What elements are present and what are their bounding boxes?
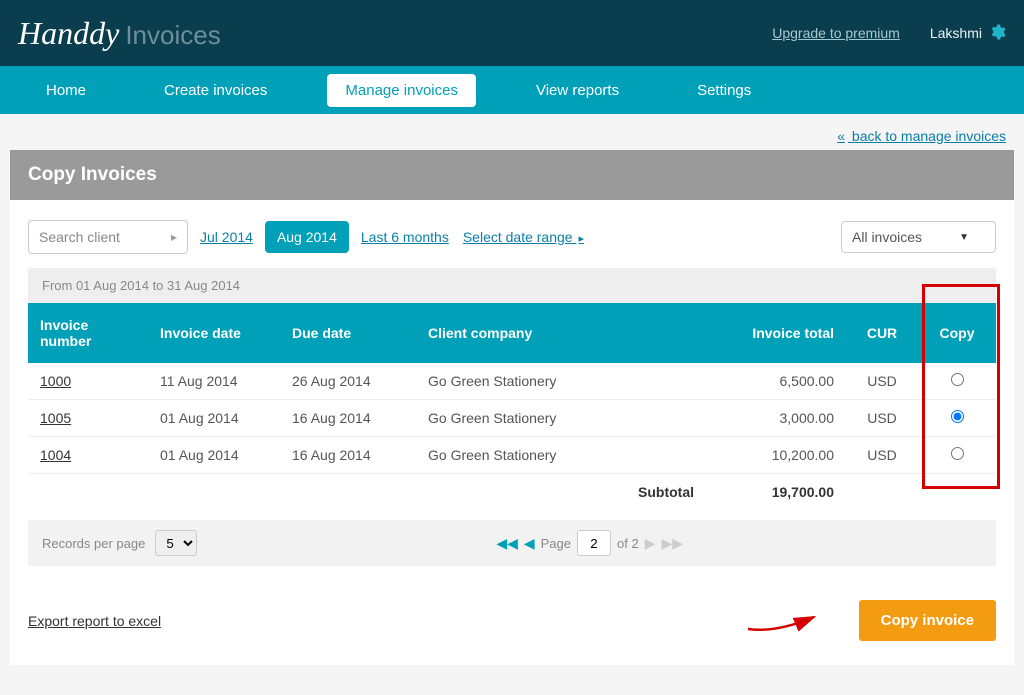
logo-brand: Handdy: [18, 15, 119, 52]
copy-radio[interactable]: [951, 447, 964, 460]
panel-title: Copy Invoices: [10, 150, 1014, 200]
col-due-date: Due date: [280, 303, 416, 363]
invoice-number-link[interactable]: 1004: [40, 447, 71, 463]
top-bar: Handdy Invoices Upgrade to premium Laksh…: [0, 0, 1024, 66]
topbar-right: Upgrade to premium Lakshmi: [772, 23, 1006, 44]
invoice-date-cell: 11 Aug 2014: [148, 363, 280, 400]
due-date-cell: 26 Aug 2014: [280, 363, 416, 400]
annotation-arrow-icon: [746, 599, 826, 639]
export-to-excel-link[interactable]: Export report to excel: [28, 613, 161, 629]
copy-radio[interactable]: [951, 410, 964, 423]
all-invoices-label: All invoices: [852, 229, 922, 245]
cur-cell: USD: [846, 437, 918, 474]
invoice-date-cell: 01 Aug 2014: [148, 400, 280, 437]
all-invoices-select[interactable]: All invoices ▼: [841, 221, 996, 253]
client-cell: Go Green Stationery: [416, 437, 706, 474]
due-date-cell: 16 Aug 2014: [280, 400, 416, 437]
client-cell: Go Green Stationery: [416, 363, 706, 400]
col-total: Invoice total: [706, 303, 846, 363]
panel-body: Search client ▸ Jul 2014 Aug 2014 Last 6…: [10, 200, 1014, 665]
pager-of-label: of 2: [617, 536, 639, 551]
upgrade-link[interactable]: Upgrade to premium: [772, 25, 900, 41]
invoices-table: Invoice number Invoice date Due date Cli…: [28, 303, 996, 510]
table-row: 1005 01 Aug 2014 16 Aug 2014 Go Green St…: [28, 400, 996, 437]
chevron-right-icon: ▸: [578, 233, 584, 245]
nav-home[interactable]: Home: [28, 74, 104, 107]
page-body: « back to manage invoices Copy Invoices …: [0, 114, 1024, 695]
subtotal-row: Subtotal 19,700.00: [28, 474, 996, 511]
col-cur: CUR: [846, 303, 918, 363]
table-row: 1000 11 Aug 2014 26 Aug 2014 Go Green St…: [28, 363, 996, 400]
pager-next-icon: ▶: [645, 535, 656, 552]
current-month-pill[interactable]: Aug 2014: [265, 221, 349, 253]
pager-center: ◀◀ ◀ Page of 2 ▶ ▶▶: [197, 530, 982, 556]
bottom-row: Export report to excel Copy invoice: [28, 600, 996, 641]
total-cell: 6,500.00: [706, 363, 846, 400]
panel: Copy Invoices Search client ▸ Jul 2014 A…: [10, 150, 1014, 665]
select-date-range-link[interactable]: Select date range ▸: [461, 229, 586, 245]
cur-cell: USD: [846, 363, 918, 400]
chevron-right-icon: ▸: [171, 230, 177, 244]
records-per-page-label: Records per page: [42, 536, 145, 551]
gear-icon: [988, 23, 1006, 44]
due-date-cell: 16 Aug 2014: [280, 437, 416, 474]
col-copy: Copy: [918, 303, 996, 363]
pager-prev-icon[interactable]: ◀: [524, 535, 535, 552]
invoice-date-cell: 01 Aug 2014: [148, 437, 280, 474]
double-chevron-left-icon: «: [837, 128, 845, 144]
pager-first-icon[interactable]: ◀◀: [496, 535, 518, 552]
invoice-number-link[interactable]: 1005: [40, 410, 71, 426]
total-cell: 3,000.00: [706, 400, 846, 437]
copy-radio[interactable]: [951, 373, 964, 386]
table-row: 1004 01 Aug 2014 16 Aug 2014 Go Green St…: [28, 437, 996, 474]
caret-down-icon: ▼: [959, 232, 969, 243]
nav-view-reports[interactable]: View reports: [518, 74, 637, 107]
invoice-number-link[interactable]: 1000: [40, 373, 71, 389]
col-invoice-number: Invoice number: [28, 303, 148, 363]
last-6-months-link[interactable]: Last 6 months: [359, 229, 451, 245]
user-menu[interactable]: Lakshmi: [930, 23, 1006, 44]
back-to-manage-link[interactable]: « back to manage invoices: [837, 128, 1006, 144]
filter-row: Search client ▸ Jul 2014 Aug 2014 Last 6…: [28, 220, 996, 254]
nav-bar: Home Create invoices Manage invoices Vie…: [0, 66, 1024, 114]
client-cell: Go Green Stationery: [416, 400, 706, 437]
logo-product: Invoices: [125, 20, 220, 51]
pager-page-input[interactable]: [577, 530, 611, 556]
nav-settings[interactable]: Settings: [679, 74, 769, 107]
date-range-bar: From 01 Aug 2014 to 31 Aug 2014: [28, 268, 996, 303]
nav-create-invoices[interactable]: Create invoices: [146, 74, 285, 107]
logo: Handdy Invoices: [18, 15, 221, 52]
cur-cell: USD: [846, 400, 918, 437]
user-name: Lakshmi: [930, 25, 982, 41]
records-per-page-select[interactable]: 5: [155, 530, 197, 556]
copy-invoice-button[interactable]: Copy invoice: [859, 600, 996, 641]
prev-month-link[interactable]: Jul 2014: [198, 229, 255, 245]
col-client: Client company: [416, 303, 706, 363]
subtotal-label: Subtotal: [416, 474, 706, 511]
nav-manage-invoices[interactable]: Manage invoices: [327, 74, 476, 107]
col-invoice-date: Invoice date: [148, 303, 280, 363]
total-cell: 10,200.00: [706, 437, 846, 474]
back-link-row: « back to manage invoices: [0, 114, 1024, 150]
pager-page-label: Page: [541, 536, 571, 551]
pager-row: Records per page 5 ◀◀ ◀ Page of 2 ▶ ▶▶: [28, 520, 996, 566]
search-client-dropdown[interactable]: Search client ▸: [28, 220, 188, 254]
subtotal-value: 19,700.00: [706, 474, 846, 511]
pager-last-icon: ▶▶: [661, 535, 683, 552]
table-wrap: Invoice number Invoice date Due date Cli…: [28, 303, 996, 510]
search-client-placeholder: Search client: [39, 229, 120, 245]
